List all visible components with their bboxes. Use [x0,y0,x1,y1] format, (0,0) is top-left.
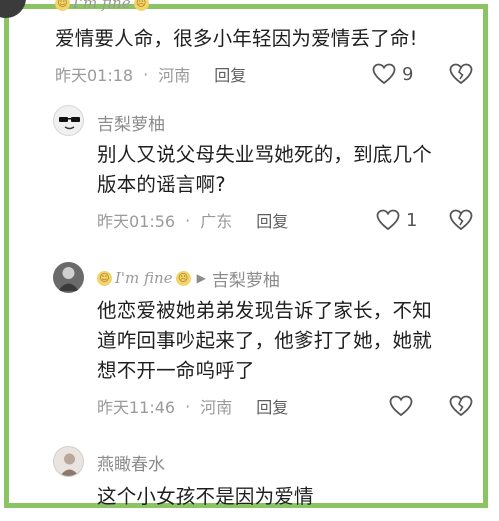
reply-button[interactable]: 回复 [214,62,246,86]
avatar-photo-icon [58,267,79,291]
comment-meta: 昨天11:46 · 河南 回复 [97,393,288,419]
comment-header: 吉梨萝柚 [97,110,165,135]
like-button[interactable]: 9 [372,61,413,87]
broken-heart-icon[interactable] [449,395,473,417]
reply-button[interactable]: 回复 [256,394,288,418]
like-count: 1 [406,209,418,231]
heart-outline-icon [376,209,400,231]
like-button[interactable] [389,393,413,419]
comment-text: 这个小女孩不是因为爱情 [97,485,314,508]
comment-time: 昨天01:18 [55,66,134,85]
comment-header: ☺ I'm fine ☹ [55,0,149,12]
avatar[interactable] [53,105,84,136]
username[interactable]: 吉梨萝柚 [97,110,165,135]
comment-meta: 昨天01:56 · 广东 回复 [97,207,288,233]
avatar-photo-icon [60,453,79,476]
comment-location: 河南 [158,66,191,85]
comment-text: 爱情要人命，很多小年轻因为爱情丢了命! [55,27,418,50]
avatar[interactable] [53,262,84,293]
reply-arrow-icon: ▶ [196,271,206,285]
comment-header: ☺ I'm fine ☹ ▶ 吉梨萝柚 [97,266,280,291]
like-button[interactable]: 1 [376,207,417,233]
reply-to-username[interactable]: 吉梨萝柚 [212,266,280,291]
comment-meta: 昨天01:18 · 河南 回复 [55,61,246,87]
comment-time: 昨天11:46 [97,398,176,417]
comment-location: 河南 [200,398,233,417]
user-flair: I'm fine [73,0,131,12]
smile-emoji-icon: ☺ [55,0,70,11]
comment-time: 昨天01:56 [97,212,176,231]
comment-header: 燕瞰春水 [97,450,165,475]
smile-emoji-icon: ☺ [97,270,112,286]
sad-emoji-icon: ☹ [133,0,149,11]
broken-heart-icon[interactable] [449,63,473,85]
broken-heart-icon[interactable] [449,209,473,231]
user-flair[interactable]: I'm fine [115,269,173,287]
comment-location: 广东 [200,212,233,231]
like-count: 9 [402,63,414,85]
username[interactable]: 燕瞰春水 [97,450,165,475]
comment-text: 他恋爱被她弟弟发现告诉了家长，不知 道咋回事吵起来了，他爹打了她，她就 想不开一… [97,299,432,382]
avatar[interactable] [53,446,84,477]
heart-outline-icon [372,63,396,85]
heart-outline-icon [389,395,413,417]
comment-text: 别人又说父母失业骂她死的，到底几个 版本的谣言啊? [97,143,432,196]
reply-button[interactable]: 回复 [256,208,288,232]
sad-emoji-icon: ☹ [175,270,191,286]
avatar[interactable] [0,0,26,18]
sunglasses-face-icon [59,117,80,130]
